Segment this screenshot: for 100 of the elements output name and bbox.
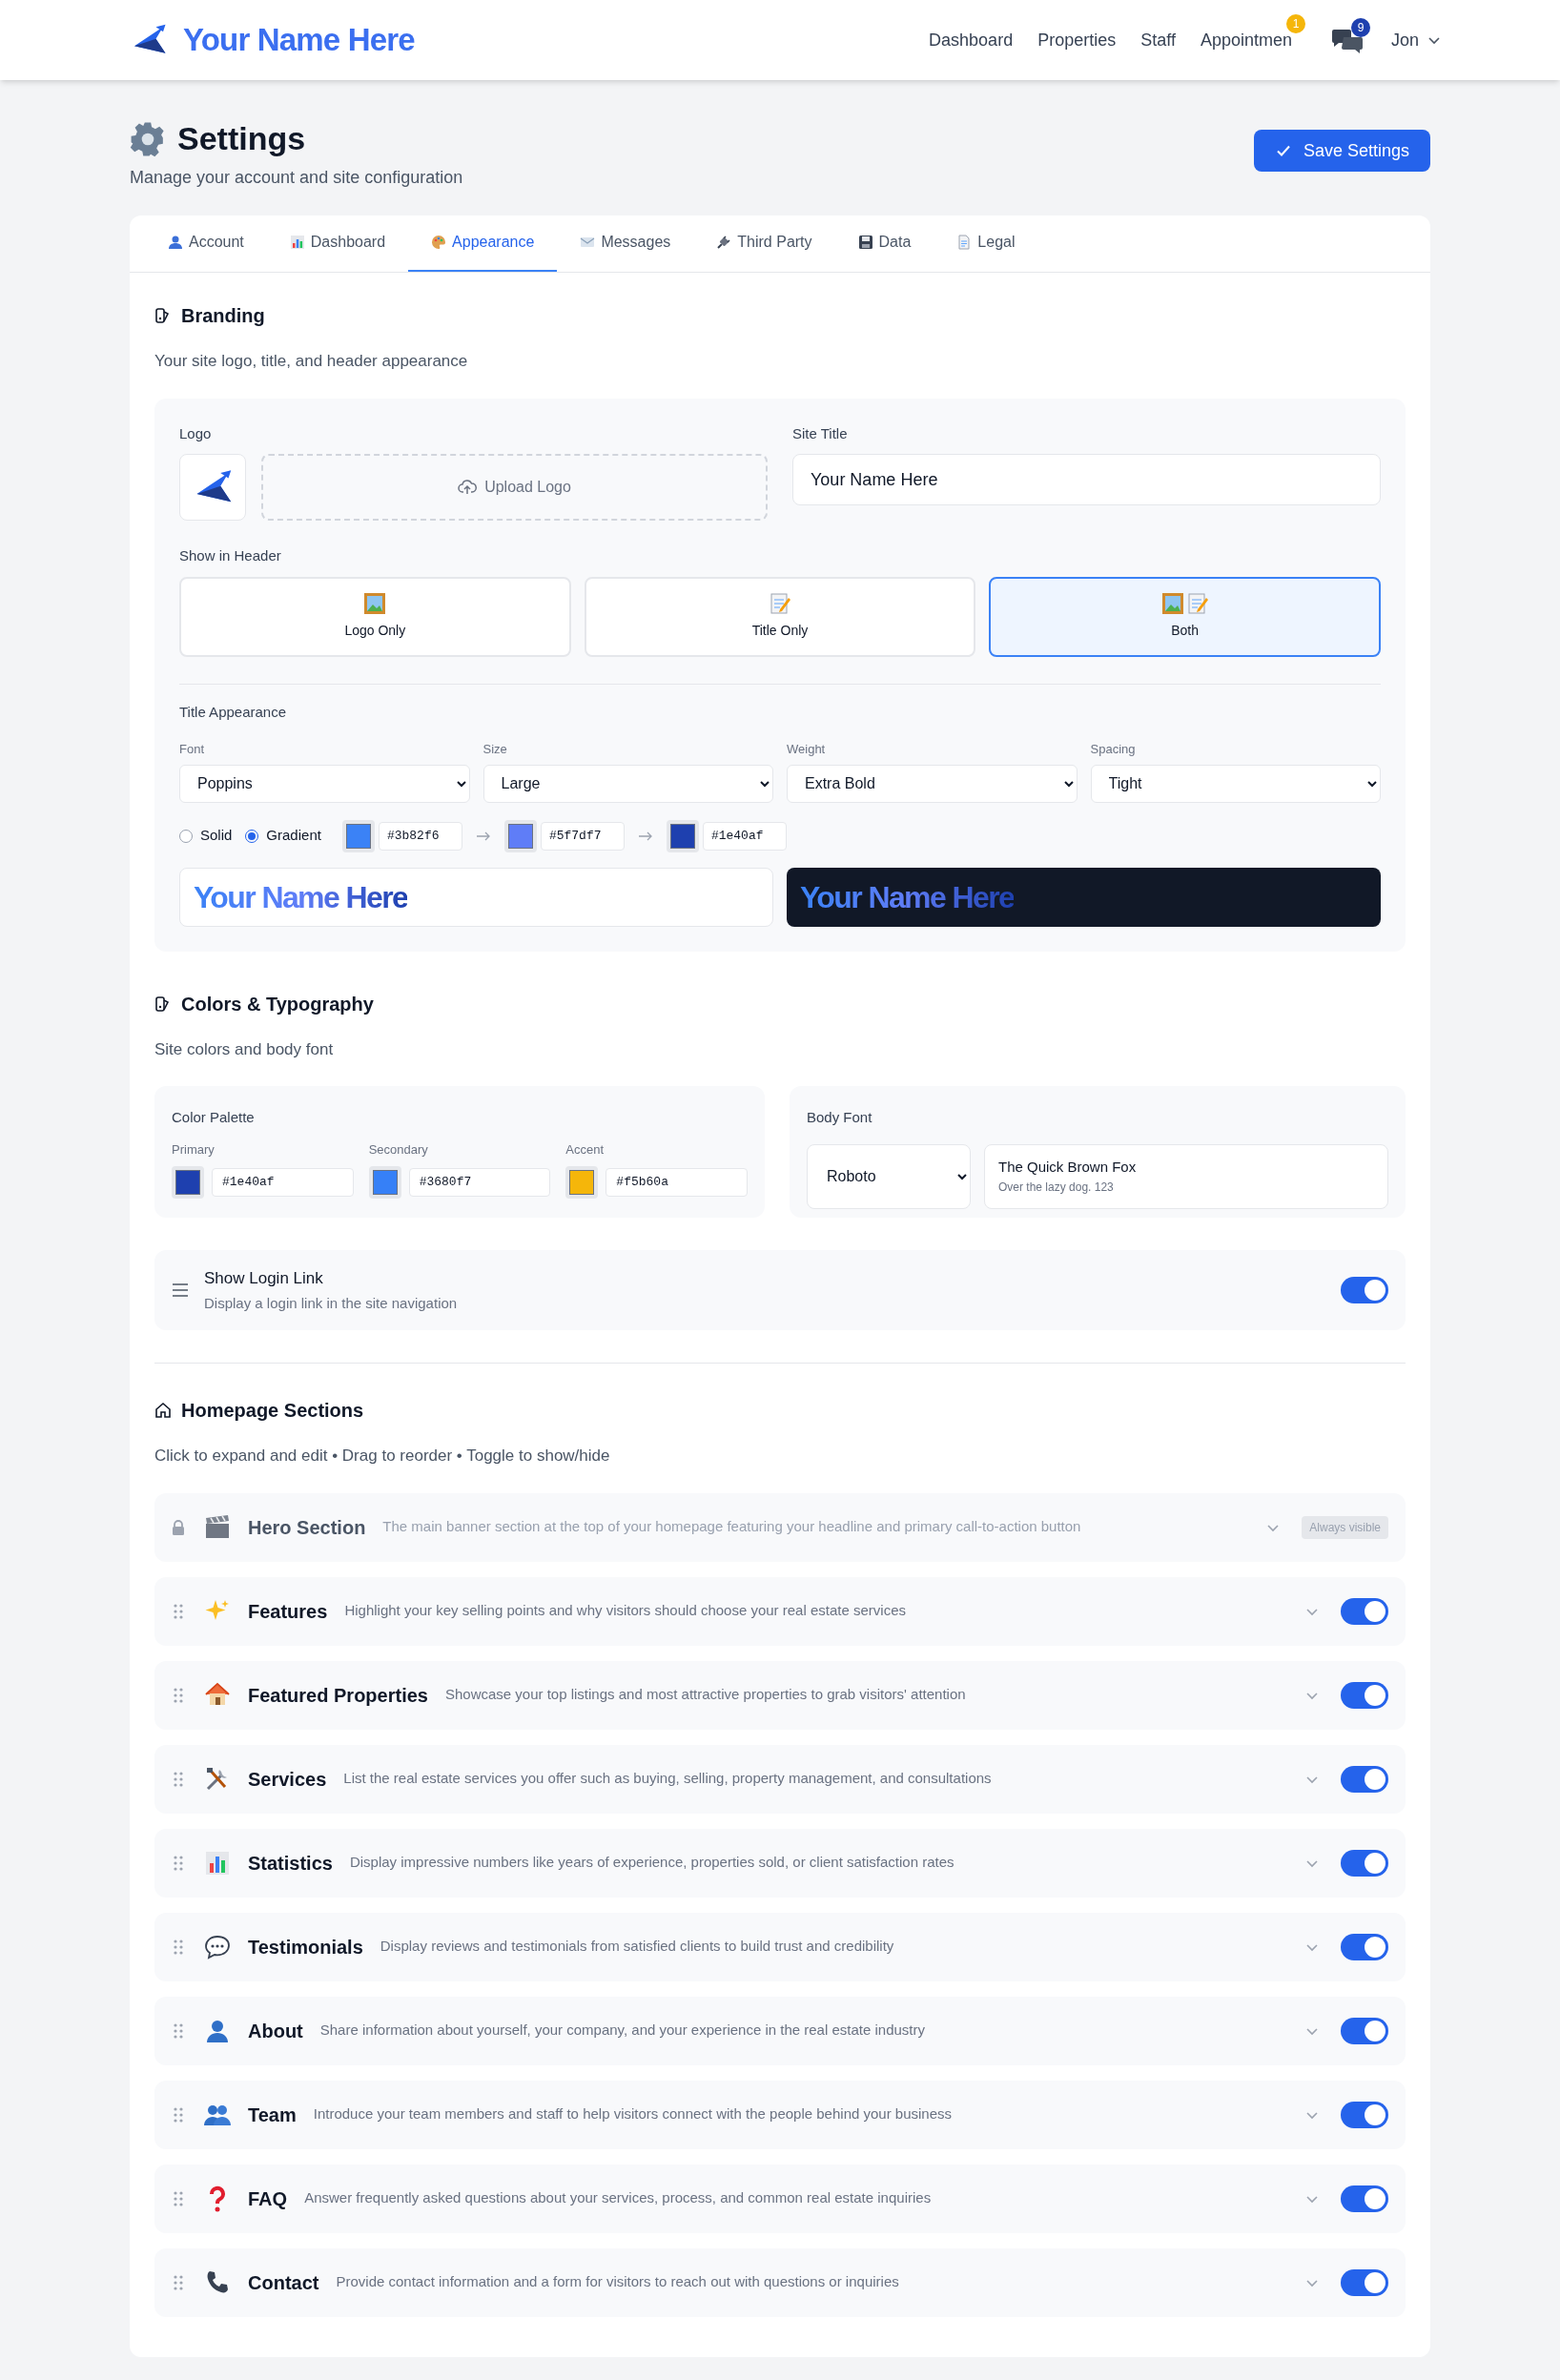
header-option-button[interactable]: Logo Only <box>179 576 571 657</box>
drag-handle-icon[interactable] <box>172 2273 185 2291</box>
radio-label: Solid <box>200 826 233 846</box>
sample-text: Over the lazy dog. 123 <box>998 1179 1115 1196</box>
toggle-switch[interactable] <box>1341 2185 1388 2212</box>
homepage-section-row[interactable]: Featured Properties Showcase your top listings and most attractive properties to grab visitors' attention <box>154 1660 1406 1730</box>
drag-handle-icon[interactable] <box>172 2105 185 2124</box>
section-summary: Showcase your top listings and most attractive properties to grab visitors' attention <box>444 1685 967 1705</box>
color-swatch[interactable] <box>503 819 537 852</box>
toggle-switch[interactable] <box>1341 1765 1388 1793</box>
section-icon <box>204 1849 231 1877</box>
user-menu[interactable]: Jon <box>1390 27 1419 53</box>
hex-input[interactable]: #f5b60a <box>606 1168 748 1197</box>
settings-tab[interactable]: Third Party <box>693 215 835 272</box>
notification-badge: 1 <box>1285 13 1305 33</box>
toggle-switch[interactable] <box>1341 2017 1388 2044</box>
page-subtitle: Manage your account and site configuration <box>130 167 463 189</box>
dropdown-select[interactable]: Large <box>482 764 773 803</box>
color-swatch[interactable] <box>666 819 699 852</box>
drag-handle-icon[interactable] <box>172 2021 185 2040</box>
homepage-section-row[interactable]: Statistics Display impressive numbers like years of experience, properties sold, or client satisfaction rates <box>154 1828 1406 1898</box>
field-label: Accent <box>565 1140 606 1159</box>
settings-tab[interactable]: Account <box>145 215 267 272</box>
hex-input[interactable]: #3b82f6 <box>378 821 462 851</box>
tab-icon <box>857 235 873 250</box>
cloud-upload-icon <box>458 479 478 496</box>
dropdown-select[interactable]: Poppins <box>179 764 470 803</box>
drag-handle-icon[interactable] <box>172 1686 185 1704</box>
tab-icon <box>289 235 305 250</box>
homepage-section-row[interactable]: Contact Provide contact information and a form for visitors to reach out with questions or inquiries <box>154 2247 1406 2317</box>
toggle-switch[interactable] <box>1341 2101 1388 2128</box>
nav-link[interactable]: Staff <box>1140 27 1176 53</box>
tab-icon <box>168 235 183 250</box>
section-name: About <box>248 2019 303 2043</box>
dropdown-select[interactable]: Extra Bold <box>787 764 1078 803</box>
upload-logo-button[interactable]: Upload Logo <box>261 454 768 521</box>
toggle-switch[interactable] <box>1341 1277 1388 1303</box>
save-button[interactable]: Save Settings <box>1253 130 1430 172</box>
dropdown-select[interactable]: Tight <box>1090 764 1381 803</box>
homepage-section-row[interactable]: Features Highlight your key selling points and why visitors should choose your real estate services <box>154 1576 1406 1646</box>
color-swatch[interactable] <box>172 1166 204 1199</box>
arrow-right-icon <box>637 830 653 842</box>
nav-link[interactable]: Properties <box>1037 27 1117 53</box>
hex-input[interactable]: #3680f7 <box>408 1168 551 1197</box>
section-name: Featured Properties <box>248 1683 428 1708</box>
homepage-section-row[interactable]: FAQ Answer frequently asked questions about your services, process, and common real estate inquiries <box>154 2164 1406 2233</box>
homepage-section-row[interactable]: About Share information about yourself, your company, and your experience in the real estate industry <box>154 1996 1406 2065</box>
section-icon <box>204 1933 231 1960</box>
section-name: Contact <box>248 2270 319 2295</box>
settings-tab[interactable]: Dashboard <box>266 215 409 272</box>
body-font-select[interactable]: Roboto <box>807 1143 971 1209</box>
notification-badge: 9 <box>1350 18 1370 37</box>
header-option-button[interactable]: Both <box>989 576 1381 657</box>
hex-input[interactable]: #1e40af <box>702 821 787 851</box>
nav-link[interactable]: Dashboard <box>929 27 1014 53</box>
settings-tab[interactable]: Data <box>834 215 934 272</box>
palette-icon <box>154 995 172 1013</box>
site-title-input[interactable]: Your Name Here <box>792 454 1381 505</box>
color-swatch[interactable] <box>341 819 375 852</box>
settings-tab[interactable]: Legal <box>934 215 1038 272</box>
drag-handle-icon[interactable] <box>172 1770 185 1788</box>
drag-handle-icon[interactable] <box>172 1854 185 1872</box>
drag-handle-icon[interactable] <box>172 1602 185 1620</box>
radio-button[interactable] <box>179 829 193 843</box>
option-icon <box>363 592 387 615</box>
section-name: FAQ <box>248 2186 288 2211</box>
field-label: Body Font <box>807 1108 873 1127</box>
section-title: Colors & Typography <box>181 992 374 1016</box>
toggle-switch[interactable] <box>1341 1681 1388 1709</box>
header-option-button[interactable]: Title Only <box>584 576 976 657</box>
section-summary: The main banner section at the top of your homepage featuring your headline and primary call-to-action button <box>382 1517 1082 1537</box>
settings-tab[interactable]: Messages <box>557 215 694 272</box>
section-summary: Highlight your key selling points and why visitors should choose your real estate services <box>344 1601 907 1621</box>
homepage-section-row[interactable]: Team Introduce your team members and staff to help visitors connect with the people behind your business <box>154 2080 1406 2149</box>
homepage-section-row[interactable]: Testimonials Display reviews and testimonials from satisfied clients to build trust and credibility <box>154 1912 1406 1981</box>
homepage-section-row[interactable]: Services List the real estate services you offer such as buying, selling, property management, and consultations <box>154 1744 1406 1814</box>
field-label: Primary <box>172 1140 216 1159</box>
section-name: Testimonials <box>248 1935 363 1959</box>
drag-handle-icon[interactable] <box>172 2189 185 2207</box>
toggle-switch[interactable] <box>1341 2268 1388 2296</box>
section-description: Your site logo, title, and header appearance <box>154 351 469 372</box>
tab-icon <box>716 235 732 250</box>
toggle-switch[interactable] <box>1341 1849 1388 1877</box>
toggle-switch[interactable] <box>1341 1933 1388 1960</box>
hex-input[interactable]: #1e40af <box>212 1168 354 1197</box>
section-summary: Provide contact information and a form for visitors to reach out with questions or inquiries <box>336 2272 900 2292</box>
field-label: Show in Header <box>179 546 282 565</box>
field-label: Weight <box>787 741 827 758</box>
field-label: Size <box>482 741 508 758</box>
color-swatch[interactable] <box>565 1166 599 1199</box>
drag-handle-icon[interactable] <box>172 1938 185 1956</box>
field-label: Font <box>179 741 205 758</box>
hex-input[interactable]: #5f7df7 <box>540 821 625 851</box>
homepage-section-row[interactable]: Hero Section The main banner section at the top of your homepage featuring your headline and primary call-to-action button Always visible <box>154 1492 1406 1562</box>
color-swatch[interactable] <box>368 1166 401 1199</box>
toggle-switch[interactable] <box>1341 1597 1388 1625</box>
lock-icon <box>172 1519 185 1535</box>
option-icon <box>1160 592 1209 615</box>
tab-icon <box>956 235 973 250</box>
settings-tab[interactable]: Appearance <box>408 215 558 272</box>
